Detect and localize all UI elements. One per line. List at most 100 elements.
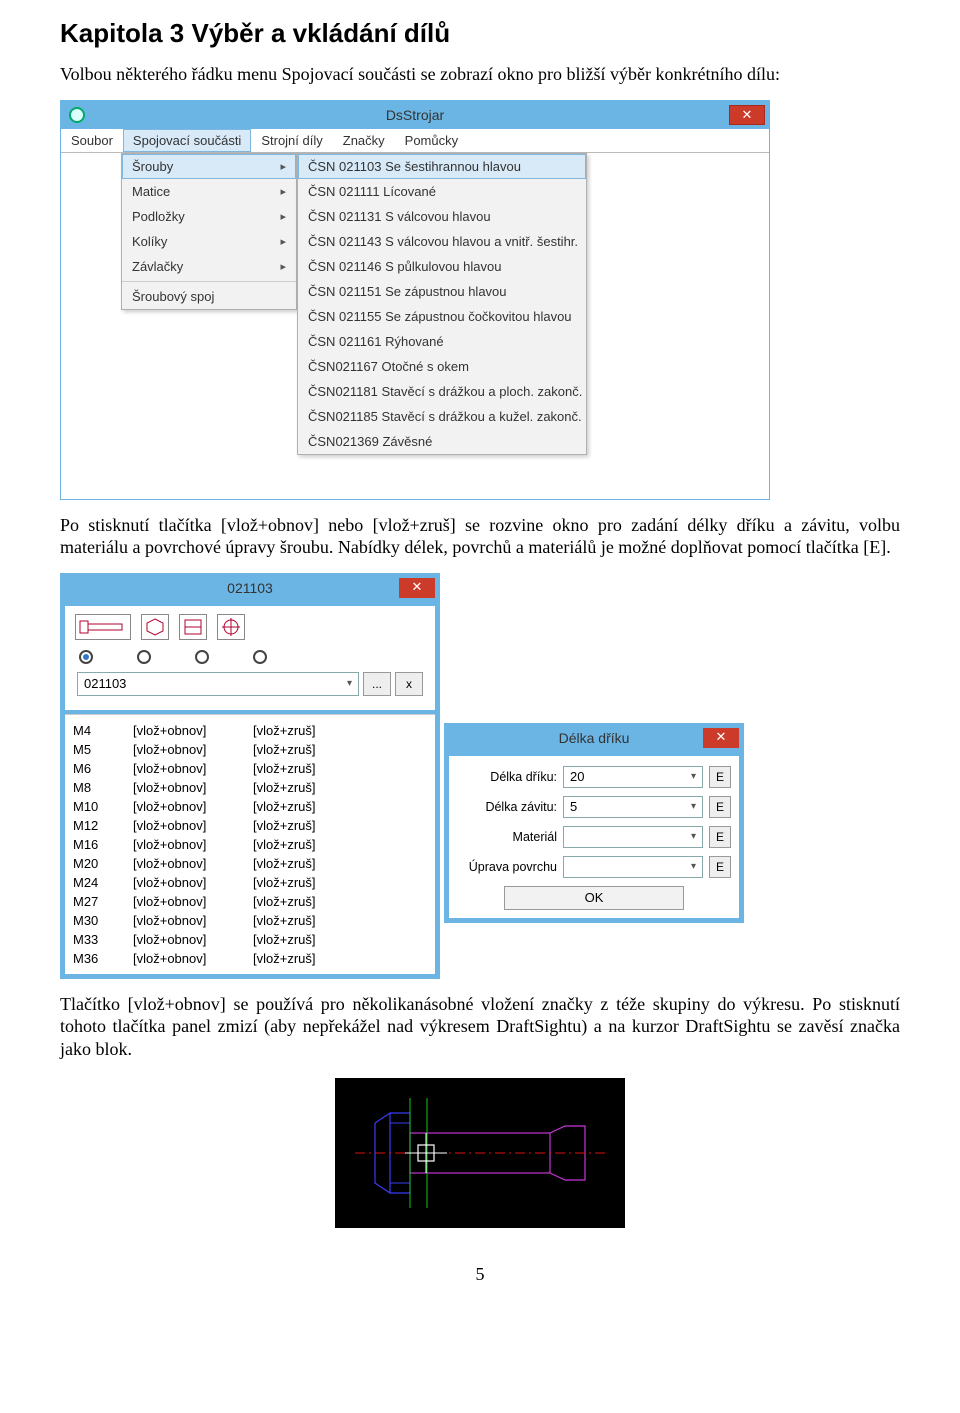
vloz-obnov-link[interactable]: [vlož+obnov] (133, 761, 233, 776)
vloz-zrus-link[interactable]: [vlož+zruš] (253, 932, 316, 947)
vloz-zrus-link[interactable]: [vlož+zruš] (253, 837, 316, 852)
view-icon-end[interactable] (179, 614, 207, 640)
size-label: M10 (73, 799, 113, 814)
panel: 021103 ▾ ... x (65, 606, 435, 710)
vloz-obnov-link[interactable]: [vlož+obnov] (133, 894, 233, 909)
page-number: 5 (60, 1264, 900, 1285)
radio-4[interactable] (253, 650, 267, 664)
vloz-obnov-link[interactable]: [vlož+obnov] (133, 818, 233, 833)
submenu-csn-item[interactable]: ČSN021167 Otočné s okem (298, 354, 586, 379)
combo-delka-driku[interactable]: 20▾ (563, 766, 703, 788)
view-icon-side[interactable] (75, 614, 131, 640)
view-icons-row (71, 612, 429, 646)
browse-button[interactable]: ... (363, 672, 391, 696)
part-size-list: M4[vlož+obnov][vlož+zruš]M5[vlož+obnov][… (65, 714, 435, 974)
close-button[interactable]: ✕ (703, 728, 739, 748)
vloz-zrus-link[interactable]: [vlož+zruš] (253, 799, 316, 814)
menu-spojovaci-soucasti[interactable]: Spojovací součásti (123, 129, 251, 152)
vloz-zrus-link[interactable]: [vlož+zruš] (253, 761, 316, 776)
menu-soubor[interactable]: Soubor (61, 129, 123, 152)
vloz-zrus-link[interactable]: [vlož+zruš] (253, 780, 316, 795)
vloz-zrus-link[interactable]: [vlož+zruš] (253, 875, 316, 890)
submenu-csn-item[interactable]: ČSN 021143 S válcovou hlavou a vnitř. še… (298, 229, 586, 254)
vloz-zrus-link[interactable]: [vlož+zruš] (253, 913, 316, 928)
vloz-obnov-link[interactable]: [vlož+obnov] (133, 799, 233, 814)
combo-material[interactable]: ▾ (563, 826, 703, 848)
edit-button[interactable]: E (709, 796, 731, 818)
close-button[interactable]: ✕ (399, 578, 435, 598)
submenu-csn-item[interactable]: ČSN 021131 S válcovou hlavou (298, 204, 586, 229)
submenu-csn-item[interactable]: ČSN 021151 Se zápustnou hlavou (298, 279, 586, 304)
chevron-down-icon: ▾ (691, 801, 696, 812)
ok-button[interactable]: OK (504, 886, 684, 910)
part-row: M36[vlož+obnov][vlož+zruš] (73, 949, 427, 968)
submenu-item-podlozky[interactable]: Podložky (122, 204, 296, 229)
vloz-obnov-link[interactable]: [vlož+obnov] (133, 742, 233, 757)
label-material: Materiál (457, 830, 557, 844)
submenu-csn-item[interactable]: ČSN 021146 S půlkulovou hlavou (298, 254, 586, 279)
size-label: M8 (73, 780, 113, 795)
menu-strojni-dily[interactable]: Strojní díly (251, 129, 332, 152)
combo-uprava-povrchu[interactable]: ▾ (563, 856, 703, 878)
window-title: DsStrojar (61, 107, 769, 123)
edit-button[interactable]: E (709, 766, 731, 788)
vloz-zrus-link[interactable]: [vlož+zruš] (253, 951, 316, 966)
clear-button[interactable]: x (395, 672, 423, 696)
vloz-obnov-link[interactable]: [vlož+obnov] (133, 913, 233, 928)
submenu-csn-item[interactable]: ČSN 021103 Se šestihrannou hlavou (298, 154, 586, 179)
view-icon-front[interactable] (141, 614, 169, 640)
titlebar: 021103 ✕ (61, 574, 439, 602)
part-row: M8 [vlož+obnov] [vlož+zruš] (73, 778, 427, 797)
vloz-obnov-link[interactable]: [vlož+obnov] (133, 723, 233, 738)
vloz-zrus-link[interactable]: [vlož+zruš] (253, 894, 316, 909)
submenu-csn-item[interactable]: ČSN021185 Stavěcí s drážkou a kužel. zak… (298, 404, 586, 429)
submenu-spojovaci: Šrouby Matice Podložky Kolíky Závlačky Š… (121, 153, 297, 310)
edit-button[interactable]: E (709, 856, 731, 878)
submenu-csn-item[interactable]: ČSN 021161 Rýhované (298, 329, 586, 354)
submenu-csn-item[interactable]: ČSN021181 Stavěcí s drážkou a ploch. zak… (298, 379, 586, 404)
size-label: M4 (73, 723, 113, 738)
radio-3[interactable] (195, 650, 209, 664)
submenu-item-koliky[interactable]: Kolíky (122, 229, 296, 254)
chevron-down-icon: ▾ (347, 678, 352, 689)
submenu-item-sroubovy-spoj[interactable]: Šroubový spoj (122, 284, 296, 309)
vloz-zrus-link[interactable]: [vlož+zruš] (253, 856, 316, 871)
menu-pomucky[interactable]: Pomůcky (395, 129, 468, 152)
submenu-csn-item[interactable]: ČSN 021155 Se zápustnou čočkovitou hlavo… (298, 304, 586, 329)
submenu-csn-item[interactable]: ČSN 021111 Lícované (298, 179, 586, 204)
part-row: M4 [vlož+obnov] [vlož+zruš] (73, 721, 427, 740)
radio-2[interactable] (137, 650, 151, 664)
vloz-obnov-link[interactable]: [vlož+obnov] (133, 780, 233, 795)
edit-button[interactable]: E (709, 826, 731, 848)
menubar: Soubor Spojovací součásti Strojní díly Z… (61, 129, 769, 153)
submenu-item-srouby[interactable]: Šrouby (122, 154, 296, 179)
part-row: M30[vlož+obnov][vlož+zruš] (73, 911, 427, 930)
window-title: Délka dříku (445, 730, 743, 746)
vloz-obnov-link[interactable]: [vlož+obnov] (133, 951, 233, 966)
radio-1[interactable] (79, 650, 93, 664)
combo-delka-zavitu[interactable]: 5▾ (563, 796, 703, 818)
part-row: M24[vlož+obnov][vlož+zruš] (73, 873, 427, 892)
vloz-obnov-link[interactable]: [vlož+obnov] (133, 856, 233, 871)
chevron-down-icon: ▾ (691, 831, 696, 842)
menu-znacky[interactable]: Značky (333, 129, 395, 152)
vloz-obnov-link[interactable]: [vlož+obnov] (133, 932, 233, 947)
submenu-csn-item[interactable]: ČSN021369 Závěsné (298, 429, 586, 454)
vloz-zrus-link[interactable]: [vlož+zruš] (253, 818, 316, 833)
vloz-zrus-link[interactable]: [vlož+zruš] (253, 723, 316, 738)
client-area: Šrouby Matice Podložky Kolíky Závlačky Š… (61, 153, 769, 499)
vloz-obnov-link[interactable]: [vlož+obnov] (133, 875, 233, 890)
close-button[interactable]: ✕ (729, 105, 765, 125)
submenu-item-zavlacky[interactable]: Závlačky (122, 254, 296, 279)
submenu-item-matice[interactable]: Matice (122, 179, 296, 204)
submenu-srouby-items: ČSN 021103 Se šestihrannou hlavouČSN 021… (297, 153, 587, 455)
window-delka-driku: Délka dříku ✕ Délka dříku: 20▾ E Délka z… (444, 723, 744, 923)
part-row: M10 [vlož+obnov] [vlož+zruš] (73, 797, 427, 816)
vloz-obnov-link[interactable]: [vlož+obnov] (133, 837, 233, 852)
vloz-zrus-link[interactable]: [vlož+zruš] (253, 742, 316, 757)
cad-preview-image (335, 1078, 625, 1228)
label: Šrouby (132, 159, 173, 174)
part-code-combo[interactable]: 021103 ▾ (77, 672, 359, 696)
view-icon-axial[interactable] (217, 614, 245, 640)
label-uprava-povrchu: Úprava povrchu (457, 860, 557, 874)
